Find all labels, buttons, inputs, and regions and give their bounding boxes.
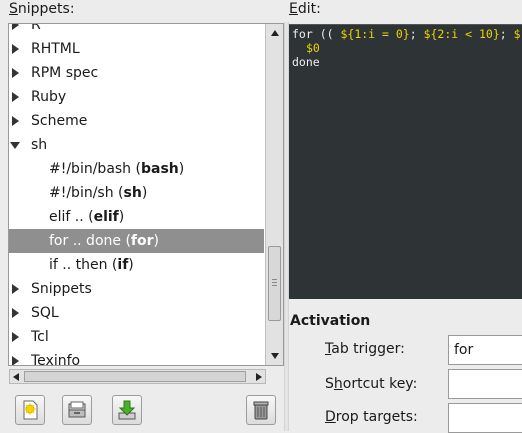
language-group[interactable]: Ruby <box>9 85 264 109</box>
language-group[interactable]: sh <box>9 133 264 157</box>
editor-line-2: $0 <box>306 41 320 55</box>
tree-item-label: RPM spec <box>31 65 99 81</box>
export-icon <box>118 400 136 420</box>
scroll-down-button[interactable] <box>267 348 283 364</box>
import-icon <box>68 401 86 418</box>
trigger-text: bash <box>140 161 179 177</box>
tab-trigger-field[interactable]: for <box>448 335 522 365</box>
drop-targets-field[interactable] <box>448 403 522 433</box>
tree-item-label: #!/bin/sh (sh) <box>49 185 148 201</box>
language-group[interactable]: Texinfo <box>9 349 264 365</box>
tree-item-label: Ruby <box>31 89 67 105</box>
tree-item-label: Tcl <box>31 329 49 345</box>
snippet-item[interactable]: #!/bin/sh (sh) <box>9 181 264 205</box>
tree-item-label: Texinfo <box>31 353 81 365</box>
snippet-item[interactable]: #!/bin/bash (bash) <box>9 157 264 181</box>
horizontal-scroll-thumb[interactable] <box>24 371 246 382</box>
expander-collapsed-icon[interactable] <box>12 308 19 318</box>
new-snippet-button[interactable] <box>15 395 45 425</box>
snippet-editor[interactable]: for (( ${1:i = 0}; ${2:i < 10}; $ $0 don… <box>289 24 522 299</box>
snippet-item[interactable]: for .. done (for) <box>9 229 264 253</box>
trigger-text: elif <box>93 209 119 225</box>
tree-item-label: if .. then (if) <box>49 257 134 273</box>
tree-item-label: Snippets <box>31 281 92 297</box>
shortcut-key-label: Shortcut key: <box>325 376 418 392</box>
tree-vertical-scrollbar[interactable] <box>265 24 283 365</box>
scroll-up-button[interactable] <box>267 25 283 41</box>
snippet-item[interactable]: if .. then (if) <box>9 253 264 277</box>
trash-icon <box>253 401 269 420</box>
tree-item-label: elif .. (elif) <box>49 209 125 225</box>
tree-item-label: R <box>31 24 41 33</box>
trigger-text: sh <box>123 185 142 201</box>
tree-horizontal-scrollbar[interactable] <box>9 369 266 384</box>
language-group[interactable]: Snippets <box>9 277 264 301</box>
tree-item-label: RHTML <box>31 41 80 57</box>
delete-snippet-button[interactable] <box>246 395 276 425</box>
expander-collapsed-icon[interactable] <box>12 116 19 126</box>
edit-label: Edit: <box>289 1 321 17</box>
expander-collapsed-icon[interactable] <box>12 332 19 342</box>
tree-item-label: Scheme <box>31 113 88 129</box>
activation-heading: Activation <box>290 313 371 329</box>
export-snippets-button[interactable] <box>112 395 142 425</box>
snippet-item[interactable]: elif .. (elif) <box>9 205 264 229</box>
vertical-scroll-thumb[interactable] <box>268 246 281 321</box>
expander-collapsed-icon[interactable] <box>12 24 19 30</box>
tab-trigger-label: Tab trigger: <box>325 341 405 357</box>
language-group[interactable]: SQL <box>9 301 264 325</box>
editor-line-3: done <box>292 55 320 69</box>
tree-item-label: SQL <box>31 305 59 321</box>
arrow-down-icon <box>271 353 279 359</box>
expander-collapsed-icon[interactable] <box>12 44 19 54</box>
expander-collapsed-icon[interactable] <box>12 356 19 365</box>
trigger-text: for <box>130 233 154 249</box>
import-snippets-button[interactable] <box>62 395 92 425</box>
language-group[interactable]: Scheme <box>9 109 264 133</box>
trigger-text: if <box>117 257 129 273</box>
arrow-left-icon[interactable] <box>13 373 19 381</box>
expander-collapsed-icon[interactable] <box>12 92 19 102</box>
arrow-up-icon <box>271 30 279 36</box>
tree-item-label: sh <box>31 137 48 153</box>
snippets-label: Snippets: <box>9 1 75 17</box>
tree-item-label: for .. done (for) <box>49 233 159 249</box>
language-group[interactable]: R <box>9 24 264 37</box>
language-group[interactable]: Tcl <box>9 325 264 349</box>
language-group[interactable]: RHTML <box>9 37 264 61</box>
tree-item-label: #!/bin/bash (bash) <box>49 161 185 177</box>
expander-expanded-icon[interactable] <box>10 142 20 149</box>
editor-line-1: for (( ${1:i = 0}; ${2:i < 10}; $ <box>292 27 521 41</box>
snippets-tree[interactable]: R RHTML RPM spec Ruby Scheme sh #!/bin/bash (b… <box>9 24 264 365</box>
drop-targets-label: Drop targets: <box>325 409 418 425</box>
arrow-right-icon[interactable] <box>256 373 262 381</box>
shortcut-key-field[interactable] <box>448 369 522 399</box>
language-group[interactable]: RPM spec <box>9 61 264 85</box>
expander-collapsed-icon[interactable] <box>12 284 19 294</box>
expander-collapsed-icon[interactable] <box>12 68 19 78</box>
new-snippet-icon <box>23 400 38 420</box>
